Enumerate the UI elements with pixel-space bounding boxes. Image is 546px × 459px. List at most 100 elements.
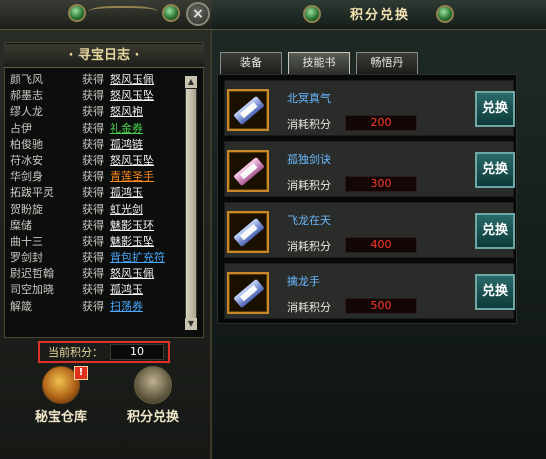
player-name: 贺盼旋 — [10, 202, 43, 216]
obtained-label: 获得 — [82, 89, 104, 103]
obtained-label: 获得 — [82, 234, 104, 248]
obtained-label: 获得 — [82, 299, 104, 313]
item-link[interactable]: 怒风袍 — [110, 104, 143, 120]
log-scrollbar[interactable]: ▲ ▼ — [185, 76, 197, 330]
obtained-label: 获得 — [82, 251, 104, 265]
current-points-box: 当前积分： 10 — [38, 341, 170, 363]
skill-book-icon[interactable] — [227, 150, 269, 192]
scroll-thumb[interactable] — [186, 89, 196, 319]
redeem-button[interactable]: 兑换 — [475, 91, 515, 127]
log-entry: 尉迟哲翰 获得 怒风玉佩 — [10, 266, 182, 282]
treasure-warehouse-label: 秘宝仓库 — [34, 410, 87, 425]
item-link[interactable]: 魅影玉坠 — [110, 234, 154, 250]
item-name: 飞龙在天 — [287, 214, 331, 227]
item-link[interactable]: 虹光剑 — [110, 202, 143, 218]
player-name: 柏俊驰 — [10, 137, 43, 151]
item-name: 孤独剑诀 — [287, 153, 331, 166]
tab-skill-book[interactable]: 技能书 — [288, 52, 350, 74]
scroll-ornament-icon — [88, 6, 158, 20]
item-link[interactable]: 怒风玉佩 — [110, 72, 154, 88]
log-entry: 郝墨志 获得 怒风玉坠 — [10, 88, 182, 104]
tab-enlightenment-pill[interactable]: 畅悟丹 — [356, 52, 418, 74]
jade-orb-icon — [436, 5, 454, 23]
item-link[interactable]: 孤鸿玉 — [110, 185, 143, 201]
redeem-button[interactable]: 兑换 — [475, 274, 515, 310]
obtained-label: 获得 — [82, 267, 104, 281]
log-entry: 占伊 获得 礼金券 — [10, 121, 182, 137]
redeem-button[interactable]: 兑换 — [475, 213, 515, 249]
obtained-label: 获得 — [82, 218, 104, 232]
log-entry: 柏俊驰 获得 孤鸿链 — [10, 137, 182, 153]
log-entry: 曲十三 获得 魅影玉坠 — [10, 234, 182, 250]
item-link[interactable]: 孤鸿链 — [110, 137, 143, 153]
cost-label: 消耗积分 — [287, 301, 331, 314]
log-entry: 司空加晓 获得 孤鸿玉 — [10, 282, 182, 298]
alert-icon: ! — [74, 366, 88, 380]
item-link[interactable]: 怒风玉佩 — [110, 266, 154, 282]
cost-value: 400 — [345, 237, 417, 253]
book-graphic — [233, 278, 265, 309]
item-link[interactable]: 怒风玉坠 — [110, 88, 154, 104]
player-name: 占伊 — [10, 121, 32, 135]
points-exchange-label: 积分兑换 — [126, 410, 179, 425]
exchange-item-card: 飞龙在天 消耗积分 400 兑换 — [224, 202, 515, 258]
log-entry: 拓跋平灵 获得 孤鸿玉 — [10, 185, 182, 201]
player-name: 郝墨志 — [10, 89, 43, 103]
current-points-label: 当前积分： — [48, 346, 103, 359]
obtained-label: 获得 — [82, 186, 104, 200]
item-link[interactable]: 扫荡券 — [110, 299, 143, 315]
player-name: 拓跋平灵 — [10, 186, 54, 200]
obtained-label: 获得 — [82, 121, 104, 135]
player-name: 颜飞风 — [10, 73, 43, 86]
skill-book-icon[interactable] — [227, 211, 269, 253]
log-entry: 华剑身 获得 青莲圣手 — [10, 169, 182, 185]
treasure-warehouse-button[interactable]: ! 秘宝仓库 — [16, 364, 106, 426]
item-link[interactable]: 礼金券 — [110, 121, 143, 137]
exchange-emblem-icon — [134, 366, 172, 404]
obtained-label: 获得 — [82, 153, 104, 167]
exchange-window-title: 积分兑换 — [349, 8, 410, 23]
cost-label: 消耗积分 — [287, 240, 331, 253]
jade-orb-icon — [162, 4, 180, 22]
redeem-button[interactable]: 兑换 — [475, 152, 515, 188]
jade-orb-icon — [68, 4, 86, 22]
player-name: 尉迟哲翰 — [10, 267, 54, 281]
treasure-log-list: 颜飞风 获得 怒风玉佩 郝墨志 获得 怒风玉坠 缪人龙 获得 怒风袍 占伊 获得 礼金券 柏俊驰 获得 孤鸿… — [10, 72, 182, 336]
item-name: 北冥真气 — [287, 92, 331, 105]
item-link[interactable]: 魅影玉环 — [110, 218, 154, 234]
exchange-item-card: 擒龙手 消耗积分 500 兑换 — [224, 263, 515, 319]
item-link[interactable]: 背包扩充符 — [110, 250, 165, 266]
book-graphic — [233, 217, 265, 248]
log-entry: 糜储 获得 魅影玉环 — [10, 218, 182, 234]
item-link[interactable]: 青莲圣手 — [110, 169, 154, 185]
close-button[interactable]: × — [186, 2, 210, 26]
obtained-label: 获得 — [82, 73, 104, 86]
player-name: 缪人龙 — [10, 105, 43, 119]
item-link[interactable]: 怒风玉坠 — [110, 153, 154, 169]
skill-book-icon[interactable] — [227, 272, 269, 314]
skill-book-icon[interactable] — [227, 89, 269, 131]
scroll-up-arrow-icon[interactable]: ▲ — [185, 76, 197, 88]
player-name: 华剑身 — [10, 170, 43, 184]
player-name: 苻冰安 — [10, 153, 43, 167]
log-entry: 贺盼旋 获得 虹光剑 — [10, 202, 182, 218]
current-points-value: 10 — [110, 344, 164, 360]
scroll-down-arrow-icon[interactable]: ▼ — [185, 318, 197, 330]
cost-value: 300 — [345, 176, 417, 192]
bottom-button-bar: ! 秘宝仓库 积分兑换 — [4, 364, 204, 428]
cost-value: 500 — [345, 298, 417, 314]
player-name: 罗剑封 — [10, 251, 43, 265]
treasure-log-title: · 寻宝日志 · — [4, 44, 204, 68]
log-entry: 颜飞风 获得 怒风玉佩 — [10, 72, 182, 88]
item-link[interactable]: 孤鸿玉 — [110, 282, 143, 298]
obtained-label: 获得 — [82, 170, 104, 184]
obtained-label: 获得 — [82, 105, 104, 119]
log-entry: 罗剑封 获得 背包扩充符 — [10, 250, 182, 266]
jade-orb-icon — [303, 5, 321, 23]
cost-label: 消耗积分 — [287, 118, 331, 131]
obtained-label: 获得 — [82, 137, 104, 151]
tab-equipment[interactable]: 装备 — [220, 52, 282, 74]
player-name: 司空加晓 — [10, 283, 54, 297]
obtained-label: 获得 — [82, 283, 104, 297]
points-exchange-button[interactable]: 积分兑换 — [108, 364, 198, 426]
